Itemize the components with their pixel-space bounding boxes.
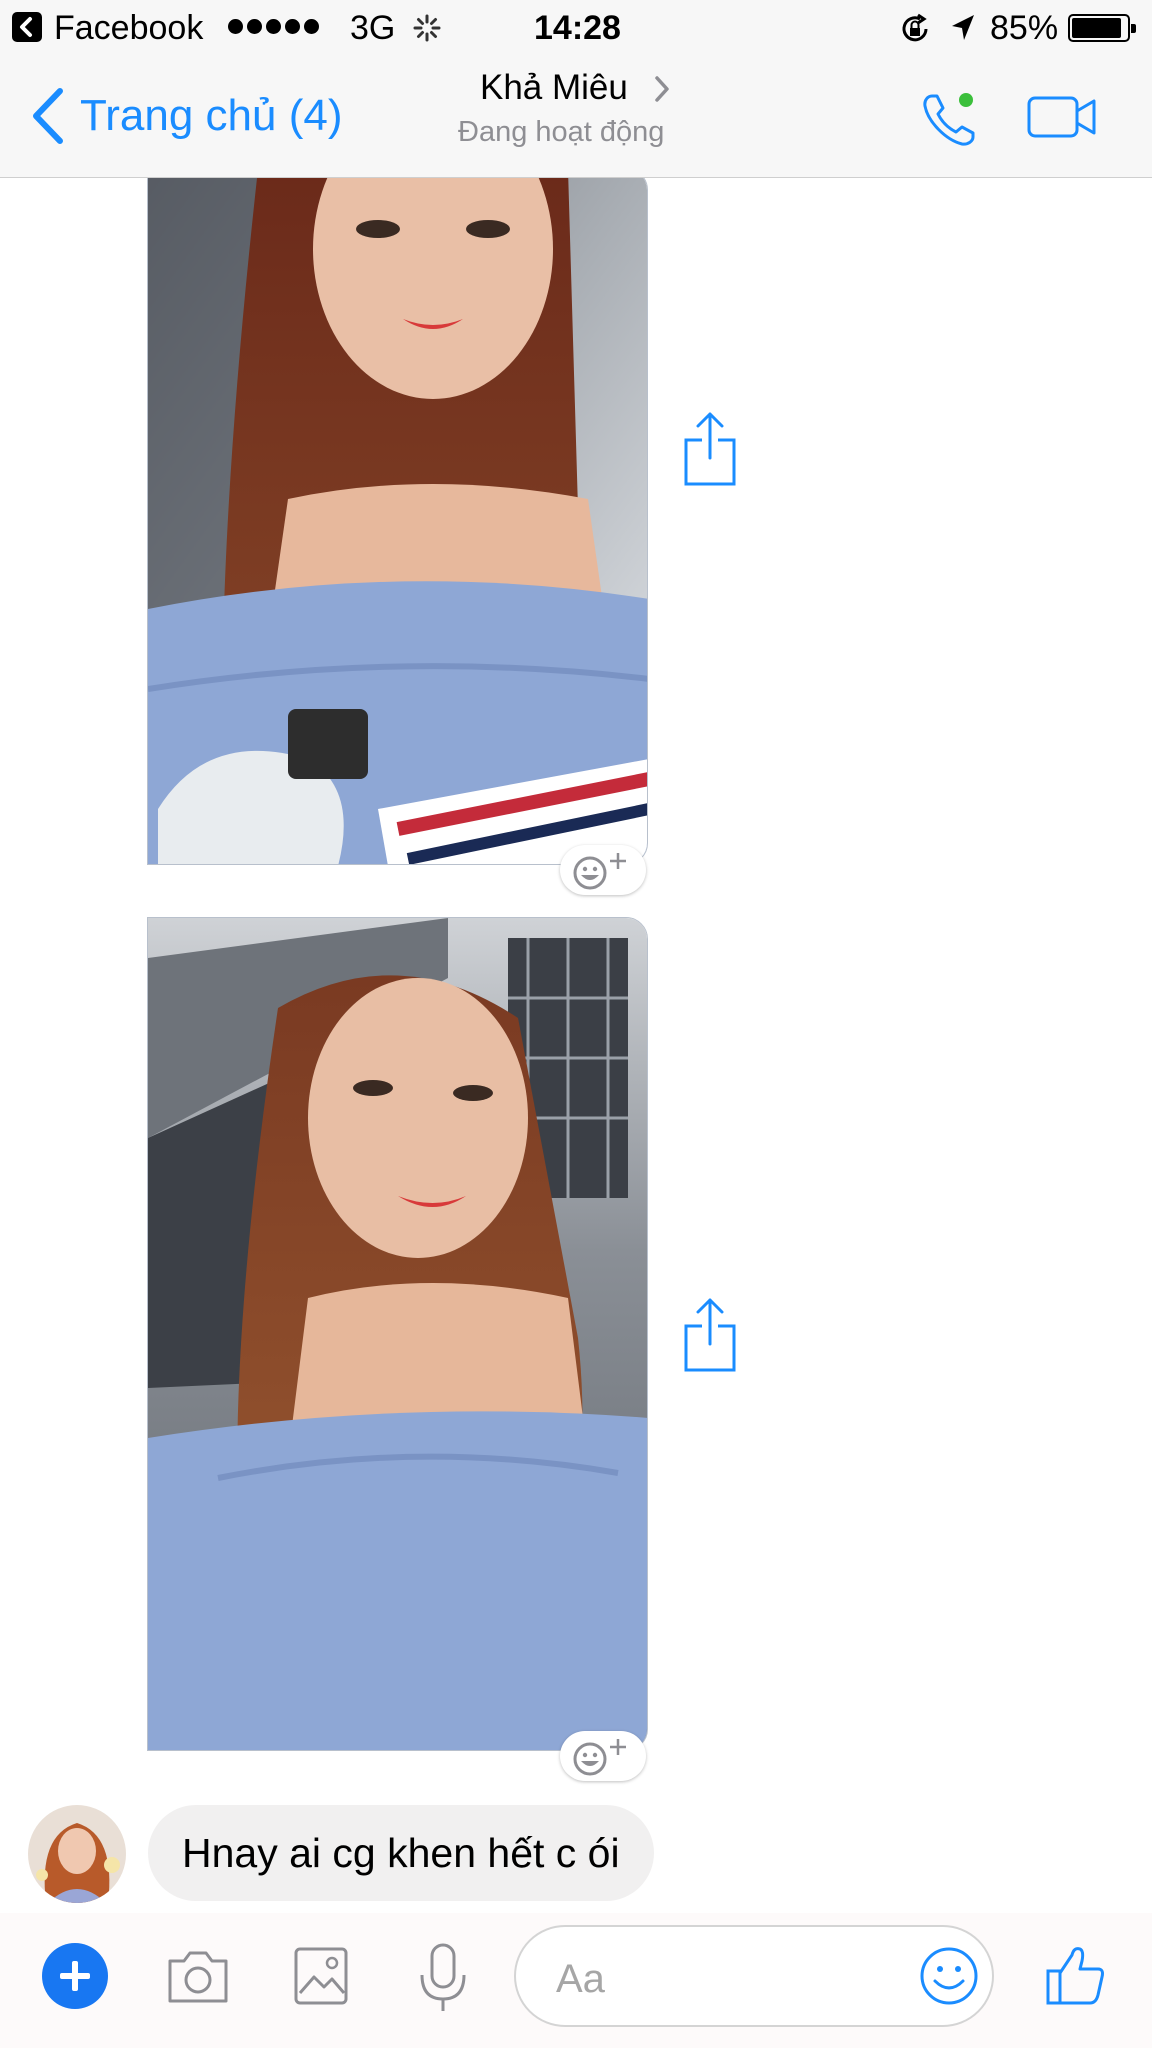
image-icon[interactable] — [292, 1945, 350, 2007]
photo-message[interactable] — [147, 178, 648, 865]
conversation-header: Trang chủ (4) Khả Miêu Đang hoạt động — [0, 56, 1152, 178]
add-reaction-button[interactable] — [560, 845, 646, 895]
contact-status: Đang hoạt động — [458, 116, 665, 148]
battery-percent: 85% — [990, 9, 1059, 47]
signal-dots-icon — [228, 19, 323, 39]
camera-icon[interactable] — [164, 1945, 232, 2007]
back-app-label[interactable]: Facebook — [54, 8, 203, 48]
selfie-photo — [148, 918, 647, 1750]
share-icon[interactable] — [680, 410, 740, 488]
back-label: Trang chủ (4) — [80, 91, 343, 140]
microphone-icon[interactable] — [414, 1941, 472, 2015]
phone-call-icon[interactable] — [918, 88, 982, 152]
chevron-right-icon[interactable] — [652, 74, 672, 104]
text-message-bubble[interactable]: Hnay ai cg khen hết c ói — [148, 1805, 654, 1901]
message-input-placeholder: Aa — [556, 1957, 605, 2001]
emoji-icon[interactable] — [918, 1945, 980, 2007]
video-call-icon[interactable] — [1026, 94, 1098, 140]
message-text: Hnay ai cg khen hết c ói — [182, 1829, 620, 1876]
network-label: 3G — [350, 9, 396, 47]
message-list[interactable]: Hnay ai cg khen hết c ói — [0, 178, 1152, 1913]
composer-bar: Aa — [0, 1913, 1152, 2048]
back-app-icon[interactable] — [12, 12, 42, 42]
add-reaction-icon — [573, 853, 626, 890]
avatar-photo — [28, 1805, 126, 1903]
add-reaction-button[interactable] — [560, 1731, 646, 1781]
avatar[interactable] — [28, 1805, 126, 1903]
contact-name[interactable]: Khả Miêu — [480, 68, 628, 108]
status-bar: Facebook 3G 14:28 85% — [0, 0, 1152, 56]
photo-message[interactable] — [147, 917, 648, 1751]
location-arrow-icon — [952, 15, 974, 40]
back-chevron-icon — [33, 88, 63, 144]
rotation-lock-icon — [902, 13, 928, 42]
add-reaction-icon — [573, 1739, 626, 1776]
thumbs-up-icon[interactable] — [1044, 1943, 1108, 2007]
activity-spinner-icon — [413, 14, 441, 42]
back-button[interactable]: Trang chủ (4) — [30, 86, 342, 146]
share-icon[interactable] — [680, 1296, 740, 1374]
selfie-photo — [148, 178, 647, 864]
plus-icon[interactable] — [42, 1943, 108, 2009]
clock: 14:28 — [534, 9, 621, 47]
battery-icon — [1068, 14, 1136, 42]
